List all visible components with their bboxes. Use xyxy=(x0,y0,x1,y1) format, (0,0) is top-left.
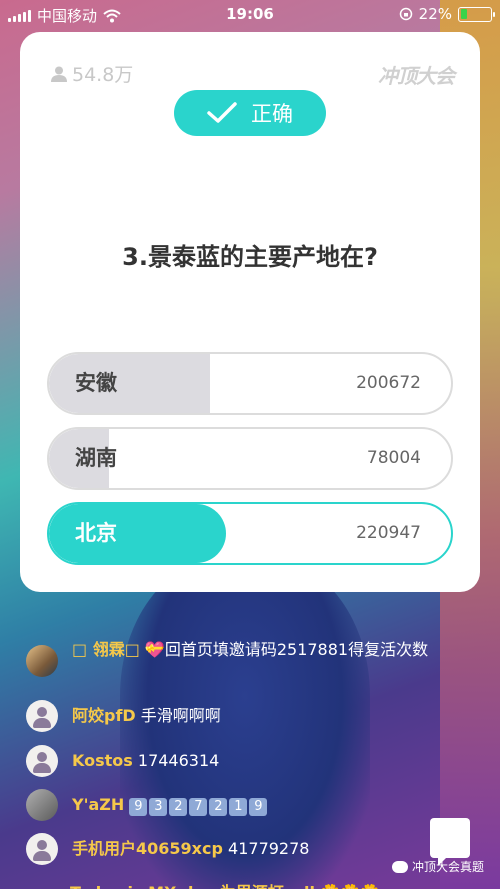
digit-tile: 2 xyxy=(209,798,228,816)
comment-digit-emojis: 9327219 xyxy=(129,795,269,816)
option-label: 安徽 xyxy=(75,371,117,395)
comment-text: 17446314 xyxy=(137,751,220,770)
vote-bar xyxy=(49,354,210,413)
digit-tile: 2 xyxy=(169,798,188,816)
avatar[interactable] xyxy=(26,645,58,677)
comment-text: 手滑啊啊啊 xyxy=(140,706,221,725)
comment-item: 阿姣pfD 手滑啊啊啊 xyxy=(72,704,221,728)
digit-tile: 1 xyxy=(229,798,248,816)
digit-tile: 7 xyxy=(189,798,208,816)
digit-tile: 9 xyxy=(249,798,268,816)
comment-item: Kostos 17446314 xyxy=(72,749,219,773)
answer-option[interactable]: 北京 220947 xyxy=(47,502,453,565)
digit-tile: 3 xyxy=(149,798,168,816)
answer-option[interactable]: 安徽 200672 xyxy=(47,352,453,415)
comment-item: 手机用户40659xcp 41779278 xyxy=(72,837,309,861)
question-card: 54.8万 冲顶大会 正确 3.景泰蓝的主要产地在? 安徽 200672 湖南 … xyxy=(20,32,480,592)
correct-result-badge: 正确 xyxy=(174,90,326,136)
avatar[interactable] xyxy=(26,833,58,865)
comment-username[interactable]: Kostos xyxy=(72,751,133,770)
checkmark-icon xyxy=(207,102,237,123)
option-label: 湖南 xyxy=(75,446,117,470)
avatar[interactable] xyxy=(26,700,58,732)
watermark-text: 冲顶大会真题 xyxy=(411,860,484,874)
vote-count: 200672 xyxy=(356,373,421,393)
comment-item: Y'aZH 9327219 xyxy=(72,793,269,817)
viewer-count: 54.8万 xyxy=(50,60,133,87)
wechat-icon xyxy=(391,860,408,873)
question-text: 3.景泰蓝的主要产地在? xyxy=(122,243,378,271)
vote-count: 220947 xyxy=(356,523,421,543)
digit-tile: 9 xyxy=(129,798,148,816)
comment-username[interactable]: 手机用户40659xcp xyxy=(72,839,223,858)
option-label: 北京 xyxy=(75,521,117,545)
comment-text: 41779278 xyxy=(228,839,310,858)
rotation-lock-icon xyxy=(399,7,412,21)
comment-username[interactable]: 阿姣pfD xyxy=(72,706,136,725)
brand-logo: 冲顶大会 xyxy=(378,64,455,88)
status-bar: 中国移动 19:06 22% xyxy=(0,0,500,28)
comment-text: 💝回首页填邀请码2517881得复活次数 xyxy=(144,640,429,659)
partial-comment: Today is MX day 为里源打call 🌼🌼🌼 xyxy=(70,879,380,889)
person-icon xyxy=(51,66,67,82)
comment-username[interactable]: Y'aZH xyxy=(72,795,124,814)
battery-icon xyxy=(458,6,495,22)
battery-percent: 22% xyxy=(418,5,452,23)
answer-option[interactable]: 湖南 78004 xyxy=(47,427,453,490)
vote-count: 78004 xyxy=(366,448,421,468)
comment-item: □ 翎霖□ 💝回首页填邀请码2517881得复活次数 xyxy=(72,638,432,662)
chat-button[interactable] xyxy=(430,818,470,866)
avatar[interactable] xyxy=(26,745,58,777)
viewer-count-value: 54.8万 xyxy=(72,64,134,86)
result-label: 正确 xyxy=(251,102,293,126)
comment-username[interactable]: □ 翎霖□ xyxy=(72,640,140,659)
avatar[interactable] xyxy=(26,789,58,821)
watermark: 冲顶大会真题 xyxy=(391,858,484,875)
